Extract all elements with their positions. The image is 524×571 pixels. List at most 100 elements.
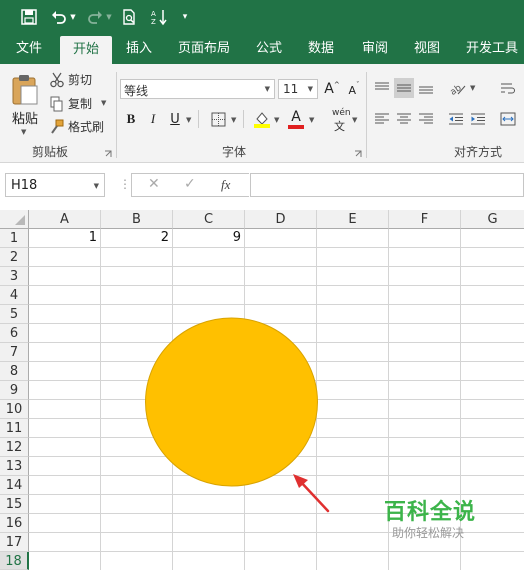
save-icon[interactable] bbox=[18, 6, 40, 28]
row-header[interactable]: 3 bbox=[0, 267, 29, 286]
insert-function-button[interactable]: fx bbox=[221, 177, 230, 193]
column-header[interactable]: A bbox=[29, 210, 101, 229]
align-top-button[interactable] bbox=[372, 78, 392, 98]
row-header[interactable]: 11 bbox=[0, 419, 29, 438]
align-bottom-button[interactable] bbox=[416, 78, 436, 98]
clipboard-launcher-icon[interactable] bbox=[104, 147, 112, 157]
column-header[interactable]: F bbox=[389, 210, 461, 229]
cancel-button[interactable]: ✕ bbox=[148, 176, 160, 192]
row-header[interactable]: 1 bbox=[0, 229, 29, 248]
row-header[interactable]: 16 bbox=[0, 514, 29, 533]
fill-color-button[interactable] bbox=[252, 109, 272, 129]
row-header[interactable]: 9 bbox=[0, 381, 29, 400]
font-color-dropdown-icon[interactable]: ▼ bbox=[309, 116, 314, 124]
tab-review[interactable]: 审阅 bbox=[354, 34, 396, 64]
cut-label: 剪切 bbox=[68, 73, 93, 87]
row-header[interactable]: 14 bbox=[0, 476, 29, 495]
cell-A1[interactable]: 1 bbox=[29, 230, 97, 245]
print-preview-icon[interactable] bbox=[118, 6, 140, 28]
font-name-dropdown[interactable]: 等线 ▼ bbox=[120, 79, 275, 99]
tab-home[interactable]: 开始 bbox=[60, 36, 112, 64]
wrap-text-button[interactable] bbox=[498, 78, 518, 98]
sort-icon[interactable]: AZ bbox=[148, 6, 170, 28]
phonetic-dropdown-icon[interactable]: ▼ bbox=[352, 116, 357, 124]
annotation-arrow-icon bbox=[293, 474, 330, 513]
row-header[interactable]: 2 bbox=[0, 248, 29, 267]
format-painter-label: 格式刷 bbox=[68, 120, 105, 134]
row-header[interactable]: 6 bbox=[0, 324, 29, 343]
align-right-button[interactable] bbox=[416, 109, 436, 129]
tab-formulas[interactable]: 公式 bbox=[248, 34, 290, 64]
cell-C1[interactable]: 9 bbox=[173, 230, 241, 245]
select-all-button[interactable] bbox=[0, 210, 29, 229]
align-center-button[interactable] bbox=[394, 109, 414, 129]
undo-dropdown-icon[interactable]: ▼ bbox=[68, 6, 78, 28]
column-header[interactable]: E bbox=[317, 210, 389, 229]
align-middle-button[interactable] bbox=[394, 78, 414, 98]
customize-qat-icon[interactable]: ▾ bbox=[178, 6, 192, 28]
grow-font-button[interactable]: A ^ bbox=[322, 79, 342, 99]
copy-button[interactable]: 复制 ▼ bbox=[50, 95, 112, 113]
row-header[interactable]: 8 bbox=[0, 362, 29, 381]
ribbon-separator bbox=[243, 110, 244, 128]
row-header[interactable]: 15 bbox=[0, 495, 29, 514]
row-header[interactable]: 13 bbox=[0, 457, 29, 476]
worksheet-grid[interactable]: A B C D E F G 1 2 3 4 5 6 7 8 9 10 11 12… bbox=[0, 210, 524, 570]
phonetic-button[interactable]: wén 文 bbox=[330, 108, 352, 133]
undo-icon[interactable] bbox=[48, 6, 70, 28]
column-header[interactable]: B bbox=[101, 210, 173, 229]
borders-button[interactable] bbox=[208, 109, 228, 129]
paintbrush-icon bbox=[51, 119, 64, 134]
column-header[interactable]: C bbox=[173, 210, 245, 229]
name-box[interactable]: H18 ▼ bbox=[5, 173, 105, 197]
underline-dropdown-icon[interactable]: ▼ bbox=[186, 116, 191, 124]
chevron-down-icon[interactable]: ▼ bbox=[94, 182, 99, 190]
tab-page-layout[interactable]: 页面布局 bbox=[172, 34, 236, 64]
tab-file[interactable]: 文件 bbox=[6, 34, 52, 64]
column-header[interactable]: D bbox=[245, 210, 317, 229]
italic-button[interactable]: I bbox=[143, 109, 163, 129]
cell-B1[interactable]: 2 bbox=[101, 230, 169, 245]
tab-insert[interactable]: 插入 bbox=[118, 34, 160, 64]
row-header[interactable]: 12 bbox=[0, 438, 29, 457]
paste-dropdown-icon[interactable]: ▼ bbox=[21, 128, 26, 136]
tab-view[interactable]: 视图 bbox=[406, 34, 448, 64]
font-launcher-icon[interactable] bbox=[354, 147, 362, 157]
column-header[interactable]: G bbox=[461, 210, 524, 229]
font-color-button[interactable]: A bbox=[286, 109, 306, 129]
orientation-dropdown-icon[interactable]: ▼ bbox=[470, 84, 475, 92]
row-header-selected[interactable]: 18 bbox=[0, 552, 29, 570]
align-left-button[interactable] bbox=[372, 109, 392, 129]
shrink-font-button[interactable]: Aˇ bbox=[344, 79, 364, 99]
row-header[interactable]: 17 bbox=[0, 533, 29, 552]
borders-dropdown-icon[interactable]: ▼ bbox=[231, 116, 236, 124]
format-painter-button[interactable]: 格式刷 bbox=[50, 118, 112, 136]
row-header[interactable]: 10 bbox=[0, 400, 29, 419]
bold-button[interactable]: B bbox=[121, 109, 141, 129]
enter-button[interactable]: ✓ bbox=[184, 176, 196, 192]
merge-center-button[interactable] bbox=[498, 109, 518, 129]
fill-color-dropdown-icon[interactable]: ▼ bbox=[274, 116, 279, 124]
redo-dropdown-icon[interactable]: ▼ bbox=[104, 6, 114, 28]
row-header[interactable]: 5 bbox=[0, 305, 29, 324]
font-size-dropdown[interactable]: 11 ▼ bbox=[278, 79, 318, 99]
tab-data[interactable]: 数据 bbox=[300, 34, 342, 64]
row-header[interactable]: 4 bbox=[0, 286, 29, 305]
redo-icon[interactable] bbox=[84, 6, 106, 28]
decrease-indent-button[interactable] bbox=[446, 109, 466, 129]
cut-button[interactable]: 剪切 bbox=[50, 71, 110, 89]
alignment-group-title: 对齐方式 bbox=[454, 145, 503, 159]
formula-input[interactable] bbox=[250, 173, 524, 197]
font-color-icon: A bbox=[291, 109, 301, 125]
fill-color-icon bbox=[254, 112, 270, 128]
tab-developer[interactable]: 开发工具 bbox=[460, 34, 524, 64]
paste-button[interactable]: 粘贴 ▼ bbox=[8, 72, 42, 138]
copy-dropdown-icon[interactable]: ▼ bbox=[101, 99, 106, 107]
paste-label: 粘贴 bbox=[12, 112, 39, 127]
more-options-icon[interactable]: ⋮ bbox=[119, 177, 131, 191]
underline-button[interactable]: U bbox=[165, 109, 185, 129]
orientation-button[interactable]: ab bbox=[448, 78, 468, 98]
circle-shape[interactable] bbox=[144, 317, 320, 489]
row-header[interactable]: 7 bbox=[0, 343, 29, 362]
increase-indent-button[interactable] bbox=[468, 109, 488, 129]
